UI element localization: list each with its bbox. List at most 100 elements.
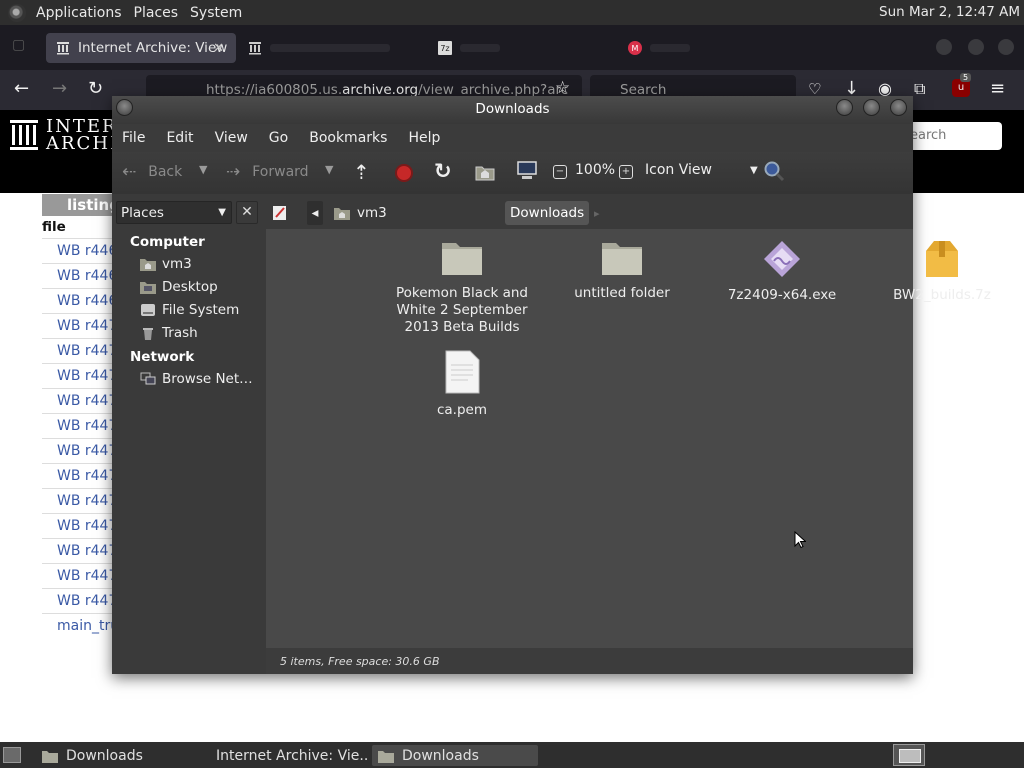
- archive-file-link[interactable]: WB r447: [42, 588, 122, 613]
- system-menu[interactable]: System: [184, 5, 248, 21]
- text-file-icon: [445, 350, 480, 394]
- stop-icon[interactable]: [395, 164, 413, 182]
- bookmark-star-icon[interactable]: ☆: [555, 78, 570, 98]
- archive-file-link[interactable]: WB r447: [42, 338, 122, 363]
- applications-menu[interactable]: Applications: [30, 5, 128, 21]
- path-scroll-right-icon[interactable]: ▸: [594, 201, 600, 225]
- archive-file-link[interactable]: main_tru: [42, 613, 122, 638]
- home-folder-icon[interactable]: [475, 163, 495, 181]
- tab-title-obscured: [270, 44, 390, 52]
- archive-file-link[interactable]: WB r447: [42, 513, 122, 538]
- browser-tab[interactable]: 7z: [438, 33, 588, 63]
- show-desktop-icon[interactable]: [3, 747, 21, 763]
- search-icon[interactable]: [763, 160, 785, 182]
- sidebar-type-select[interactable]: Places ▼: [116, 201, 232, 224]
- clock[interactable]: Sun Mar 2, 12:47 AM: [879, 4, 1020, 20]
- window-title: Downloads: [475, 101, 550, 117]
- minimize-icon[interactable]: [836, 99, 853, 116]
- reload-icon[interactable]: ↻: [434, 159, 452, 183]
- file-view[interactable]: Pokemon Black and White 2 September 2013…: [266, 229, 991, 648]
- mega-favicon-icon: M: [628, 41, 642, 55]
- maximize-window-icon[interactable]: [968, 39, 984, 55]
- archive-file-link[interactable]: WB r447: [42, 363, 122, 388]
- firefox-view-icon[interactable]: ▢: [12, 37, 25, 53]
- archive-file-link[interactable]: WB r446: [42, 263, 122, 288]
- sidebar-item-browse-network[interactable]: Browse Net…: [140, 371, 253, 387]
- archive-file-link[interactable]: WB r447: [42, 388, 122, 413]
- forward-arrow-icon[interactable]: →: [52, 78, 67, 99]
- archive-file-link[interactable]: WB r447: [42, 538, 122, 563]
- file-item[interactable]: 7z2409-x64.exe: [712, 239, 852, 304]
- folder-icon: [42, 750, 58, 763]
- extensions-icon[interactable]: ⧉: [914, 79, 925, 99]
- archive-favicon-icon: [56, 41, 70, 55]
- path-scroll-left-icon[interactable]: ◂: [307, 201, 323, 225]
- back-history-dropdown-icon[interactable]: ▼: [199, 163, 207, 176]
- forward-icon: ⇢: [226, 162, 241, 182]
- menu-view[interactable]: View: [215, 130, 248, 146]
- menu-edit[interactable]: Edit: [166, 130, 193, 146]
- minimize-window-icon[interactable]: [936, 39, 952, 55]
- computer-icon[interactable]: [516, 161, 538, 181]
- zoom-out-icon[interactable]: −: [553, 165, 567, 179]
- hamburger-menu-icon[interactable]: ≡: [990, 78, 1005, 99]
- back-arrow-icon[interactable]: ←: [14, 78, 29, 99]
- close-icon[interactable]: [890, 99, 907, 116]
- archive-logo-icon[interactable]: [10, 120, 38, 152]
- places-menu[interactable]: Places: [128, 5, 185, 21]
- window-titlebar[interactable]: Downloads: [112, 96, 913, 124]
- menu-help[interactable]: Help: [408, 130, 440, 146]
- file-item[interactable]: Pokemon Black and White 2 September 2013…: [392, 239, 532, 336]
- file-item[interactable]: ca.pem: [392, 350, 532, 419]
- archive-file-link[interactable]: WB r447: [42, 313, 122, 338]
- taskbar-item-browser[interactable]: Internet Archive: Vie...: [202, 745, 368, 766]
- taskbar-item-downloads-active[interactable]: Downloads: [372, 745, 538, 766]
- archive-file-link[interactable]: WB r447: [42, 438, 122, 463]
- taskbar-item-downloads[interactable]: Downloads: [36, 745, 196, 766]
- close-window-icon[interactable]: [998, 39, 1014, 55]
- crumb-vm3[interactable]: vm3: [333, 201, 387, 225]
- browser-tab[interactable]: M: [628, 33, 798, 63]
- menu-bookmarks[interactable]: Bookmarks: [309, 130, 387, 146]
- browser-tab[interactable]: [246, 33, 426, 63]
- task-label: Downloads: [402, 747, 479, 764]
- forward-button[interactable]: ⇢ Forward: [226, 162, 309, 182]
- view-mode-select[interactable]: Icon View ▼: [645, 162, 758, 178]
- sidebar-item-vm3[interactable]: vm3: [140, 256, 192, 272]
- drive-icon: [141, 304, 155, 316]
- zoom-in-icon[interactable]: +: [619, 165, 633, 179]
- workspace-switcher[interactable]: [893, 744, 925, 766]
- view-mode-label: Icon View: [645, 162, 712, 178]
- tab-title: Internet Archive: View: [78, 40, 228, 56]
- archive-file-link[interactable]: WB r447: [42, 463, 122, 488]
- browser-tab-active[interactable]: Internet Archive: View ✕: [46, 33, 236, 63]
- menu-go[interactable]: Go: [269, 130, 288, 146]
- tab-title-obscured: [460, 44, 500, 52]
- file-item-label: untitled folder: [574, 285, 670, 301]
- sidebar-type-label: Places: [121, 205, 164, 221]
- sidebar-item-trash[interactable]: Trash: [140, 325, 198, 341]
- forward-history-dropdown-icon[interactable]: ▼: [325, 163, 333, 176]
- archive-file-link[interactable]: WB r447: [42, 488, 122, 513]
- ublock-badge: 5: [960, 73, 972, 82]
- file-item[interactable]: BW2_builds.7z: [872, 239, 1012, 304]
- close-sidebar-button[interactable]: ✕: [236, 201, 258, 224]
- back-button[interactable]: ⇠ Back: [122, 162, 182, 182]
- archive-file-link[interactable]: WB r446: [42, 238, 122, 263]
- reload-icon[interactable]: ↻: [88, 78, 103, 99]
- maximize-icon[interactable]: [863, 99, 880, 116]
- file-item[interactable]: untitled folder: [552, 239, 692, 302]
- archive-file-link[interactable]: WB r446: [42, 288, 122, 313]
- crumb-downloads[interactable]: Downloads: [505, 201, 590, 225]
- archive-file-link[interactable]: WB r447: [42, 563, 122, 588]
- archive-file-link[interactable]: WB r447: [42, 413, 122, 438]
- window-menu-icon[interactable]: [116, 99, 133, 116]
- sidebar-item-desktop[interactable]: Desktop: [140, 279, 218, 295]
- sidebar-item-file-system[interactable]: File System: [140, 302, 239, 318]
- task-label: Internet Archive: Vie...: [216, 747, 368, 764]
- tab-close-icon[interactable]: ✕: [213, 41, 224, 56]
- up-arrow-icon[interactable]: ⇡: [353, 160, 370, 184]
- distro-logo-icon[interactable]: [8, 3, 26, 22]
- menu-file[interactable]: File: [122, 130, 145, 146]
- toggle-location-button[interactable]: [272, 201, 292, 225]
